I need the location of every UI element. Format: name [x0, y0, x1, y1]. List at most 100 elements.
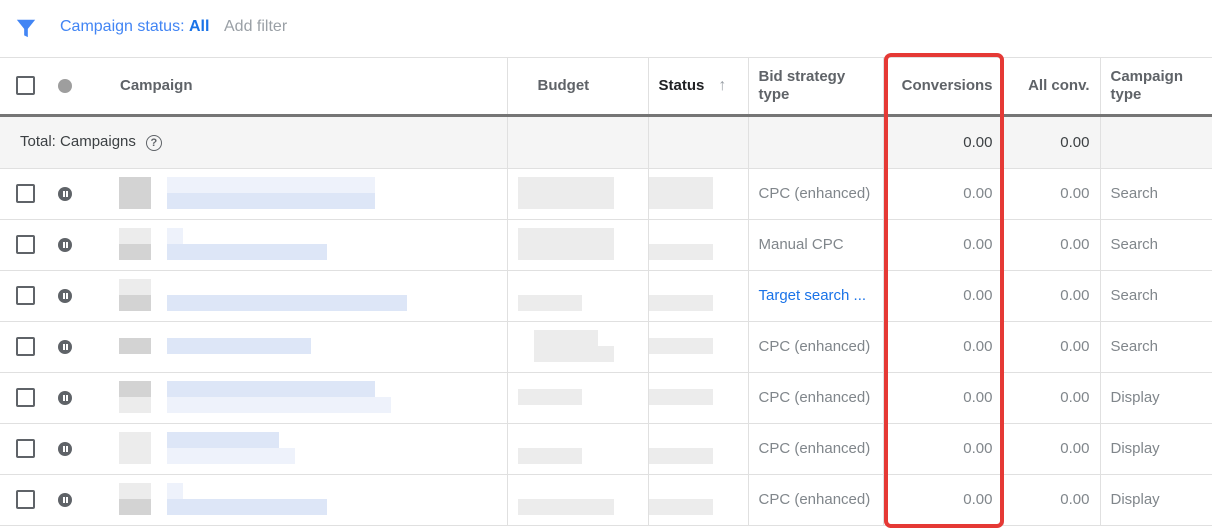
row-select-cell	[0, 321, 48, 373]
bid-strategy-type-header-label: Bid strategy type	[758, 67, 846, 103]
row-checkbox[interactable]	[16, 490, 35, 509]
all-conv-cell: 0.00	[1002, 219, 1100, 271]
campaign-name-cell[interactable]	[100, 168, 507, 220]
campaign-status-filter[interactable]: Campaign status: All	[60, 18, 209, 36]
bid-strategy-type: CPC (enhanced)	[758, 389, 871, 406]
campaign-type-cell: Search	[1099, 219, 1212, 271]
budget-cell[interactable]	[506, 423, 648, 475]
budget-cell[interactable]	[506, 372, 648, 424]
redacted-campaign-name	[119, 176, 497, 211]
redacted-budget	[517, 483, 638, 517]
filter-icon[interactable]	[15, 17, 37, 39]
table-row[interactable]: Target search ... 0.00 0.00 Search	[0, 270, 1212, 322]
campaign-type-cell: Search	[1099, 168, 1212, 220]
conversions-cell: 0.00	[882, 168, 1003, 220]
add-filter-button[interactable]: Add filter	[224, 18, 287, 36]
campaign-name-cell[interactable]	[100, 321, 507, 373]
budget-cell[interactable]	[506, 219, 648, 271]
redacted-status	[649, 279, 738, 313]
total-label: Total: Campaigns	[20, 133, 136, 151]
conversions-cell: 0.00	[882, 372, 1003, 424]
row-status-icon-cell	[48, 372, 100, 424]
budget-cell[interactable]	[506, 321, 648, 373]
total-campaign-type-cell	[1099, 115, 1212, 169]
conversions-cell: 0.00	[882, 423, 1003, 475]
table-row[interactable]: CPC (enhanced) 0.00 0.00 Display	[0, 423, 1212, 475]
table-row[interactable]: CPC (enhanced) 0.00 0.00 Display	[0, 372, 1212, 424]
status-cell	[647, 168, 748, 220]
bid-strategy-type-cell: CPC (enhanced)	[747, 321, 883, 373]
budget-header-label: Budget	[537, 76, 590, 94]
redacted-status	[649, 483, 738, 517]
all-conv-cell: 0.00	[1002, 372, 1100, 424]
select-all-checkbox[interactable]	[16, 76, 35, 96]
campaign-status-value: All	[188, 18, 210, 35]
row-status-icon-cell	[48, 219, 100, 271]
campaign-name-cell[interactable]	[100, 372, 507, 424]
column-header-bid-strategy-type[interactable]: Bid strategy type	[747, 58, 883, 117]
budget-cell[interactable]	[506, 168, 648, 220]
campaign-name-cell[interactable]	[100, 423, 507, 475]
redacted-status	[649, 228, 738, 262]
bid-strategy-type: Manual CPC	[758, 236, 844, 253]
campaign-name-cell[interactable]	[100, 270, 507, 322]
redacted-campaign-name	[119, 380, 497, 415]
column-header-budget[interactable]: Budget	[506, 58, 648, 117]
all-conv-header-label: All conv.	[1028, 76, 1090, 94]
row-checkbox[interactable]	[16, 235, 35, 254]
budget-cell[interactable]	[506, 270, 648, 322]
status-cell	[647, 321, 748, 373]
row-status-icon-cell	[48, 474, 100, 526]
arrow-up-icon[interactable]: ↑	[718, 77, 726, 94]
pause-icon[interactable]	[58, 391, 72, 406]
total-row: Total: Campaigns? 0.00 0.00	[0, 115, 1212, 169]
redacted-status	[649, 381, 738, 415]
column-header-all-conv[interactable]: All conv.	[1002, 58, 1100, 117]
all-conv-cell: 0.00	[1002, 474, 1100, 526]
total-conversions: 0.00	[882, 115, 1003, 169]
row-checkbox[interactable]	[16, 337, 35, 356]
bid-strategy-type: CPC (enhanced)	[758, 440, 871, 457]
pause-icon[interactable]	[58, 289, 72, 304]
campaign-name-cell[interactable]	[100, 474, 507, 526]
all-conv-cell: 0.00	[1002, 423, 1100, 475]
redacted-status	[649, 330, 738, 364]
campaign-type-cell: Display	[1099, 423, 1212, 475]
pause-icon[interactable]	[58, 340, 72, 355]
status-cell	[647, 372, 748, 424]
pause-icon[interactable]	[58, 493, 72, 508]
bid-strategy-type-cell: CPC (enhanced)	[747, 474, 883, 526]
row-checkbox[interactable]	[16, 286, 35, 305]
column-header-campaign-type[interactable]: Campaign type	[1099, 58, 1212, 117]
bid-strategy-type-cell: CPC (enhanced)	[747, 423, 883, 475]
bid-strategy-type-cell: Manual CPC	[747, 219, 883, 271]
row-checkbox[interactable]	[16, 388, 35, 407]
total-budget-cell	[506, 115, 648, 169]
help-icon[interactable]: ?	[145, 134, 162, 151]
pause-icon[interactable]	[58, 238, 72, 253]
bid-strategy-type[interactable]: Target search ...	[759, 287, 867, 304]
campaign-type-cell: Display	[1099, 372, 1212, 424]
row-status-icon-cell	[48, 321, 100, 373]
table-row[interactable]: CPC (enhanced) 0.00 0.00 Display	[0, 474, 1212, 526]
pause-icon[interactable]	[58, 442, 72, 457]
budget-cell[interactable]	[506, 474, 648, 526]
table-row[interactable]: CPC (enhanced) 0.00 0.00 Search	[0, 168, 1212, 220]
column-header-campaign[interactable]: Campaign	[100, 58, 507, 117]
bid-strategy-type: CPC (enhanced)	[758, 185, 871, 202]
column-header-conversions[interactable]: Conversions	[882, 58, 1003, 117]
column-header-status[interactable]: Status ↑	[647, 58, 748, 117]
row-checkbox[interactable]	[16, 184, 35, 203]
row-checkbox[interactable]	[16, 439, 35, 458]
status-dot-icon[interactable]	[58, 78, 72, 93]
redacted-budget	[517, 176, 638, 211]
row-select-cell	[0, 270, 48, 322]
bid-strategy-type-cell[interactable]: Target search ...	[747, 270, 883, 322]
pause-icon[interactable]	[58, 187, 72, 202]
table-row[interactable]: CPC (enhanced) 0.00 0.00 Search	[0, 321, 1212, 373]
status-cell	[647, 423, 748, 475]
redacted-status	[649, 432, 738, 466]
campaign-name-cell[interactable]	[100, 219, 507, 271]
status-header-label: Status	[658, 76, 705, 94]
table-row[interactable]: Manual CPC 0.00 0.00 Search	[0, 219, 1212, 271]
